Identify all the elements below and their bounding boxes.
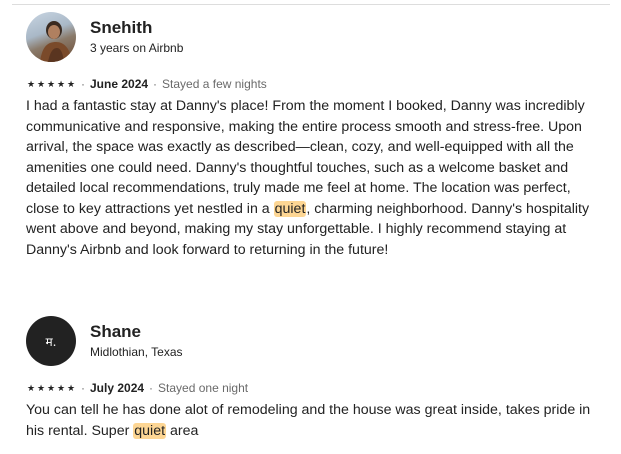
star-icon: ★ bbox=[46, 79, 56, 89]
avatar[interactable]: म. bbox=[26, 316, 76, 366]
star-icon: ★ bbox=[66, 79, 76, 89]
stay-length: Stayed a few nights bbox=[162, 77, 267, 91]
meta-separator: · bbox=[81, 381, 85, 395]
reviewer-subtitle: 3 years on Airbnb bbox=[90, 41, 184, 55]
reviewer-name[interactable]: Shane bbox=[90, 321, 183, 343]
star-rating: ★ ★ ★ ★ ★ bbox=[26, 380, 76, 396]
reviewer-info: Snehith 3 years on Airbnb bbox=[90, 17, 183, 57]
review-meta: ★ ★ ★ ★ ★ · June 2024 · Stayed a few nig… bbox=[26, 76, 596, 92]
star-icon: ★ bbox=[56, 79, 66, 89]
review-card: Snehith 3 years on Airbnb ★ ★ ★ ★ ★ · Ju… bbox=[26, 12, 596, 260]
stay-length: Stayed one night bbox=[158, 381, 249, 395]
review-header: म. Shane Midlothian, Texas bbox=[26, 316, 596, 366]
star-icon: ★ bbox=[26, 79, 36, 89]
meta-separator: · bbox=[149, 381, 154, 395]
review-text-part: I had a fantastic stay at Danny's place!… bbox=[26, 98, 585, 217]
star-rating: ★ ★ ★ ★ ★ bbox=[26, 76, 76, 92]
meta-separator: · bbox=[81, 77, 85, 91]
search-highlight: quiet bbox=[133, 422, 167, 439]
star-icon: ★ bbox=[36, 79, 46, 89]
star-icon: ★ bbox=[46, 383, 56, 393]
review-text: You can tell he has done alot of remodel… bbox=[26, 400, 596, 441]
meta-separator: · bbox=[153, 77, 158, 91]
avatar-photo-icon bbox=[40, 21, 72, 62]
reviewer-name[interactable]: Snehith bbox=[90, 17, 183, 39]
star-icon: ★ bbox=[36, 383, 46, 393]
star-icon: ★ bbox=[26, 383, 36, 393]
review-meta: ★ ★ ★ ★ ★ · July 2024 · Stayed one night bbox=[26, 380, 596, 396]
star-icon: ★ bbox=[56, 383, 66, 393]
avatar[interactable] bbox=[26, 12, 76, 62]
search-highlight: quiet bbox=[273, 200, 307, 217]
reviewer-location: Midlothian, Texas bbox=[90, 345, 183, 359]
review-text: I had a fantastic stay at Danny's place!… bbox=[26, 96, 596, 260]
review-text-part: You can tell he has done alot of remodel… bbox=[26, 402, 591, 439]
star-icon: ★ bbox=[66, 383, 76, 393]
review-date: June 2024 bbox=[90, 77, 149, 91]
reviewer-info: Shane Midlothian, Texas bbox=[90, 321, 183, 361]
review-text-part: area bbox=[166, 422, 199, 439]
review-date: July 2024 bbox=[90, 381, 145, 395]
top-divider bbox=[12, 4, 610, 5]
review-card: म. Shane Midlothian, Texas ★ ★ ★ ★ ★ · J… bbox=[26, 316, 596, 441]
review-header: Snehith 3 years on Airbnb bbox=[26, 12, 596, 62]
